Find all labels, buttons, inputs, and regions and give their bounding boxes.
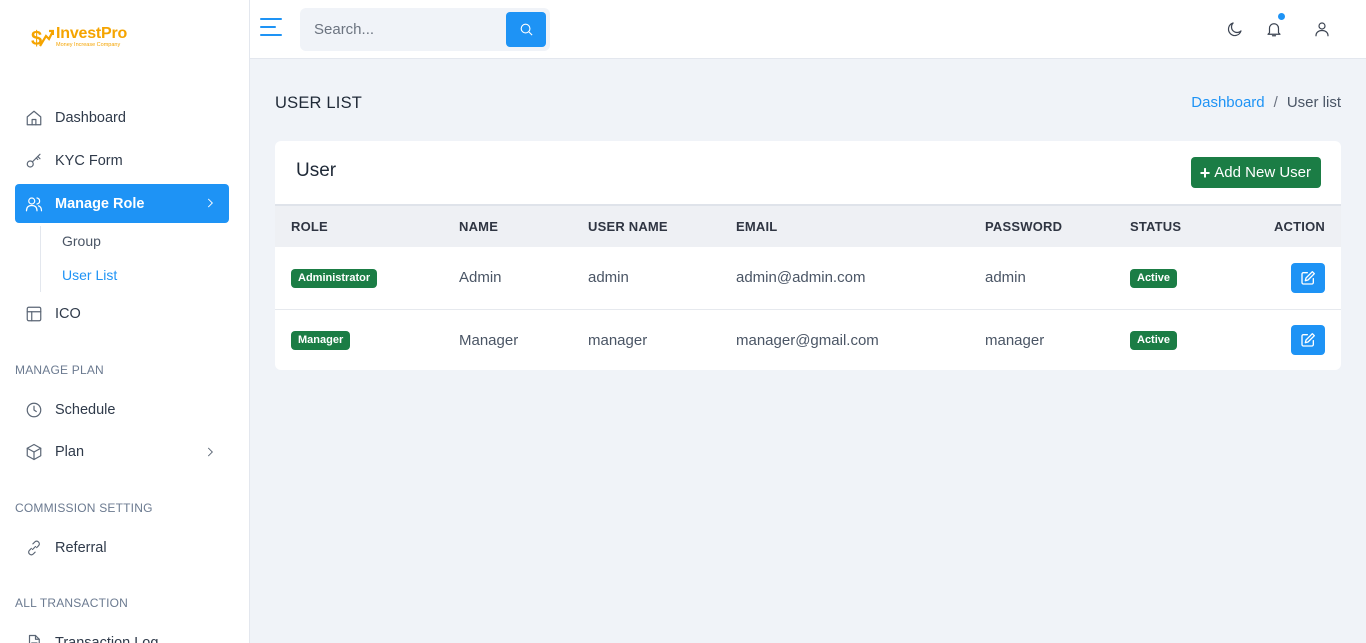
edit-button[interactable] — [1291, 262, 1325, 293]
notification-dot — [1278, 13, 1285, 20]
sidebar-item-label: ICO — [55, 306, 81, 322]
cell-username: admin — [588, 269, 629, 287]
table-header-row: ROLE NAME USER NAME EMAIL PASSWORD STATU… — [275, 205, 1341, 247]
chevron-right-icon — [203, 445, 217, 459]
sidebar: $ InvestPro Money Increase Company Dashb… — [0, 0, 250, 643]
sidebar-item-kyc-form[interactable]: KYC Form — [15, 142, 229, 180]
sidebar-item-transaction-log[interactable]: Transaction Log — [15, 624, 229, 643]
edit-button[interactable] — [1291, 325, 1325, 356]
sidebar-item-label: Transaction Log — [55, 635, 159, 643]
chevron-right-icon — [203, 196, 217, 210]
user-icon — [1315, 22, 1329, 37]
column-header-action: ACTION — [1273, 219, 1325, 234]
brand-name: InvestPro — [56, 24, 128, 42]
section-label-all-transaction: ALL TRANSACTION — [15, 596, 129, 610]
cell-password: admin — [985, 269, 1026, 287]
bell-icon — [1267, 23, 1281, 37]
column-header-role: ROLE — [291, 219, 328, 234]
sidebar-item-label: Plan — [55, 444, 85, 460]
table-row: Manager Manager manager manager@gmail.co… — [275, 309, 1341, 370]
edit-icon — [1301, 333, 1315, 347]
topbar — [250, 0, 1366, 59]
breadcrumb-link-dashboard[interactable]: Dashboard — [1191, 94, 1264, 111]
search-button[interactable] — [506, 12, 546, 47]
breadcrumb-current: User list — [1286, 94, 1341, 111]
search-icon — [520, 23, 533, 36]
logo-icon: $ — [31, 28, 54, 50]
sidebar-item-label: KYC Form — [55, 153, 123, 169]
clock-icon — [25, 401, 43, 419]
cell-name: Manager — [459, 331, 519, 349]
status-badge: Active — [1130, 268, 1178, 288]
moon-icon — [1227, 22, 1242, 37]
column-header-password: PASSWORD — [985, 219, 1063, 234]
search-box — [300, 8, 550, 51]
card-title: User — [296, 160, 337, 181]
sidebar-item-schedule[interactable]: Schedule — [15, 391, 229, 429]
cell-email: manager@gmail.com — [736, 331, 879, 349]
sidebar-item-manage-role[interactable]: Manage Role — [15, 184, 229, 223]
menu-icon[interactable] — [260, 18, 282, 38]
page-title: USER LIST — [275, 94, 363, 112]
sidebar-item-dashboard[interactable]: Dashboard — [15, 99, 229, 137]
sidebar-item-label: Manage Role — [55, 195, 145, 212]
sidebar-item-plan[interactable]: Plan — [15, 433, 229, 471]
add-new-user-label: Add New User — [1214, 164, 1311, 181]
sidebar-item-label: Dashboard — [55, 110, 126, 126]
brand-logo[interactable]: $ InvestPro Money Increase Company — [30, 24, 127, 50]
cell-name: Admin — [459, 269, 502, 287]
breadcrumb-separator: / — [1273, 94, 1278, 111]
sidebar-item-referral[interactable]: Referral — [15, 529, 229, 567]
sidebar-item-label: Referral — [55, 540, 107, 556]
add-new-user-button[interactable]: + Add New User — [1190, 157, 1321, 188]
section-label-manage-plan: MANAGE PLAN — [15, 363, 104, 377]
file-icon — [25, 634, 43, 643]
box-icon — [25, 443, 43, 461]
breadcrumb: Dashboard / User list — [1191, 94, 1341, 111]
key-icon — [25, 152, 43, 170]
role-badge: Administrator — [291, 268, 378, 288]
notifications-button[interactable] — [1264, 13, 1285, 39]
sidebar-item-label: Schedule — [55, 402, 116, 418]
plus-icon: + — [1199, 162, 1211, 183]
column-header-status: STATUS — [1130, 219, 1182, 234]
svg-text:$: $ — [31, 28, 42, 50]
home-icon — [25, 109, 43, 127]
layout-icon — [25, 305, 43, 323]
cell-password: manager — [985, 331, 1045, 349]
submenu-item-group[interactable]: Group — [62, 233, 101, 249]
table-row: Administrator Admin admin admin@admin.co… — [275, 247, 1341, 309]
user-card: User + Add New User ROLE NAME USER NAME … — [275, 141, 1341, 370]
section-label-commission-setting: COMMISSION SETTING — [15, 501, 153, 515]
search-input[interactable] — [300, 8, 506, 51]
cell-username: manager — [588, 331, 648, 349]
user-menu-button[interactable] — [1312, 19, 1332, 39]
cell-email: admin@admin.com — [736, 269, 866, 287]
submenu-item-user-list[interactable]: User List — [62, 267, 117, 283]
sidebar-item-ico[interactable]: ICO — [15, 295, 229, 333]
column-header-name: NAME — [459, 219, 499, 234]
user-table: ROLE NAME USER NAME EMAIL PASSWORD STATU… — [275, 204, 1341, 370]
role-badge: Manager — [291, 331, 351, 351]
edit-icon — [1301, 270, 1315, 285]
brand-tagline: Money Increase Company — [56, 41, 121, 48]
column-header-username: USER NAME — [588, 219, 668, 234]
users-icon — [25, 195, 43, 213]
status-badge: Active — [1130, 331, 1178, 351]
column-header-email: EMAIL — [736, 219, 778, 234]
link-icon — [25, 539, 43, 557]
submenu-divider — [40, 226, 41, 292]
theme-toggle-button[interactable] — [1225, 19, 1245, 39]
